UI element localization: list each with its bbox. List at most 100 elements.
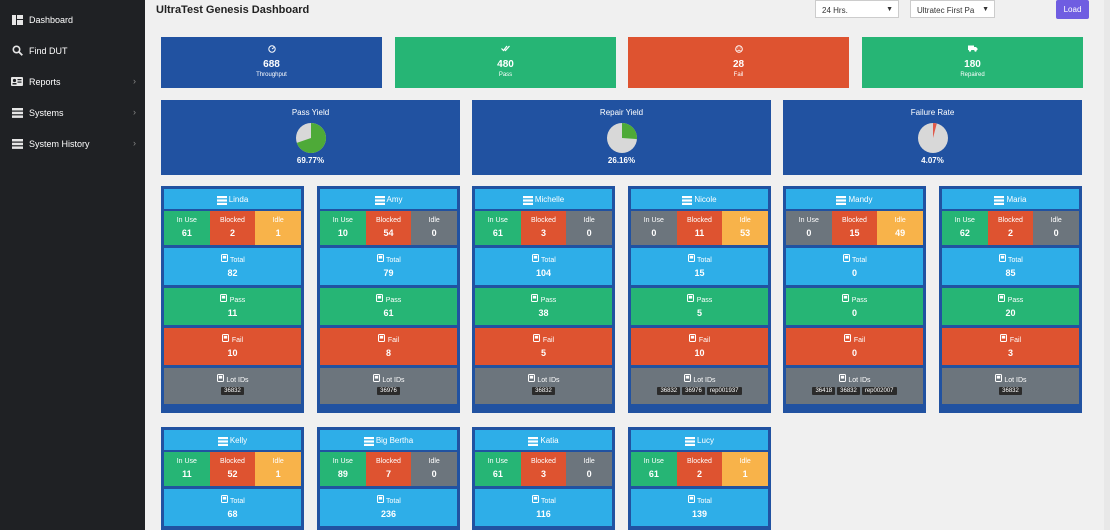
in-use-stat: In Use 89 (320, 452, 366, 486)
yield-title: Failure Rate (910, 108, 955, 117)
lot-id-chip[interactable]: 36832 (999, 387, 1022, 395)
summary-tile-pass: 480 Pass (395, 37, 616, 88)
system-card-mandy[interactable]: Mandy In Use 0 Blocked 15 Idle 49 Total … (783, 186, 926, 413)
device-icon (376, 495, 384, 503)
search-icon (11, 45, 23, 56)
blocked-stat: Blocked 7 (365, 452, 412, 486)
blocked-stat: Blocked 11 (676, 211, 723, 245)
yield-tile-pass-yield: Pass Yield 69.77% (161, 100, 460, 175)
system-card-lucy[interactable]: Lucy In Use 61 Blocked 2 Idle 1 Total 13… (628, 427, 771, 530)
lot-id-chip[interactable]: 36832 (532, 387, 555, 395)
in-use-value: 61 (648, 469, 659, 479)
card-header[interactable]: Big Bertha (320, 430, 457, 450)
load-button[interactable]: Load (1056, 0, 1089, 19)
scrollbar[interactable] (1104, 0, 1110, 530)
test-type-select[interactable]: Ultratec First Pa ▼ (910, 0, 995, 18)
device-icon (838, 374, 846, 382)
device-icon (376, 294, 384, 302)
lot-id-chip[interactable]: 36832 (657, 387, 681, 395)
lot-id-chip[interactable]: 36976 (682, 387, 705, 395)
total-label: Total (852, 257, 867, 264)
total-value: 104 (535, 268, 552, 278)
yield-title: Repair Yield (599, 108, 644, 117)
card-header[interactable]: Nicole (631, 189, 768, 209)
time-range-select[interactable]: 24 Hrs. ▼ (815, 0, 899, 18)
lot-id-chips: 36976 (320, 387, 457, 395)
yield-pie-chart (917, 123, 948, 153)
lot-ids-row: Lot IDs 36832 36976 rep001937 (631, 368, 768, 404)
caret-down-icon: ▼ (982, 6, 989, 13)
lot-id-chip[interactable]: 36832 (837, 387, 860, 395)
lot-ids-row: Lot IDs 36976 (320, 368, 457, 404)
in-use-stat: In Use 61 (631, 452, 677, 486)
usage-stats: In Use 61 Blocked 3 Idle 0 (475, 452, 613, 486)
lot-id-chip[interactable]: 36976 (377, 387, 400, 395)
usage-stats: In Use 61 Blocked 2 Idle 1 (631, 452, 769, 486)
server-icon (685, 436, 696, 446)
blocked-value: 3 (541, 469, 547, 479)
dashboard-gauge-icon (161, 45, 382, 55)
system-card-linda[interactable]: Linda In Use 61 Blocked 2 Idle 1 Total 8… (161, 186, 304, 413)
card-header[interactable]: Lucy (631, 430, 768, 450)
idle-value: 0 (586, 228, 592, 238)
fail-row: Fail 10 (164, 328, 301, 365)
in-use-value: 61 (492, 469, 503, 479)
system-card-kelly[interactable]: Kelly In Use 11 Blocked 52 Idle 1 Total … (161, 427, 304, 530)
card-header[interactable]: Linda (164, 189, 301, 209)
idle-label: Idle (739, 217, 751, 224)
lot-id-chip[interactable]: rep002007 (861, 387, 897, 395)
card-header[interactable]: Amy (320, 189, 457, 209)
sidebar-item-system-history[interactable]: System History › (0, 128, 145, 159)
sidebar-item-dashboard[interactable]: Dashboard (0, 4, 145, 35)
system-name: Mandy (848, 194, 873, 204)
card-header[interactable]: Mandy (786, 189, 923, 209)
system-card-michelle[interactable]: Michelle In Use 61 Blocked 3 Idle 0 Tota… (472, 186, 615, 413)
sidebar-item-reports[interactable]: Reports › (0, 66, 145, 97)
idle-label: Idle (583, 458, 595, 465)
usage-stats: In Use 11 Blocked 52 Idle 1 (164, 452, 302, 486)
system-card-katia[interactable]: Katia In Use 61 Blocked 3 Idle 0 Total 1… (472, 427, 615, 530)
system-name: Linda (228, 194, 249, 204)
sidebar-item-find-dut[interactable]: Find DUT (0, 35, 145, 66)
fail-value: 8 (385, 348, 391, 358)
sidebar-item-label: Systems (29, 107, 64, 118)
device-icon (531, 294, 539, 302)
pass-label: Pass (1007, 297, 1024, 304)
total-value: 0 (851, 268, 857, 278)
server-icon (836, 195, 847, 205)
pie-value-slice (621, 123, 637, 140)
blocked-label: Blocked (998, 217, 1023, 224)
device-icon (842, 254, 850, 262)
idle-value: 1 (275, 228, 281, 238)
chevron-right-icon: › (133, 107, 136, 117)
idle-label: Idle (739, 458, 751, 465)
lot-id-chip[interactable]: 36418 (812, 387, 836, 395)
total-value: 15 (694, 268, 705, 278)
total-value: 82 (227, 268, 238, 278)
pass-value: 38 (538, 308, 549, 318)
system-card-big-bertha[interactable]: Big Bertha In Use 89 Blocked 7 Idle 0 To… (317, 427, 460, 530)
sidebar-item-systems[interactable]: Systems › (0, 97, 145, 128)
card-header[interactable]: Michelle (475, 189, 612, 209)
time-range-value: 24 Hrs. (822, 6, 848, 15)
system-name: Kelly (229, 435, 248, 445)
lot-id-chip[interactable]: rep001937 (706, 387, 742, 395)
idle-stat: Idle 0 (566, 452, 613, 486)
card-header[interactable]: Katia (475, 430, 612, 450)
idle-stat: Idle 53 (722, 211, 769, 245)
system-name: Amy (386, 194, 403, 204)
card-header[interactable]: Kelly (164, 430, 301, 450)
device-icon (842, 294, 850, 302)
in-use-value: 0 (806, 228, 812, 238)
pass-row: Pass 61 (320, 288, 457, 325)
system-card-amy[interactable]: Amy In Use 10 Blocked 54 Idle 0 Total 79… (317, 186, 460, 413)
blocked-stat: Blocked 3 (520, 452, 567, 486)
card-header[interactable]: Maria (942, 189, 1079, 209)
total-label: Total (697, 498, 712, 505)
idle-label: Idle (428, 458, 440, 465)
system-card-maria[interactable]: Maria In Use 62 Blocked 2 Idle 0 Total 8… (939, 186, 1082, 413)
fail-label: Fail (542, 337, 555, 344)
system-card-nicole[interactable]: Nicole In Use 0 Blocked 11 Idle 53 Total… (628, 186, 771, 413)
summary-value: 180 (964, 59, 981, 70)
lot-id-chip[interactable]: 36832 (221, 387, 244, 395)
